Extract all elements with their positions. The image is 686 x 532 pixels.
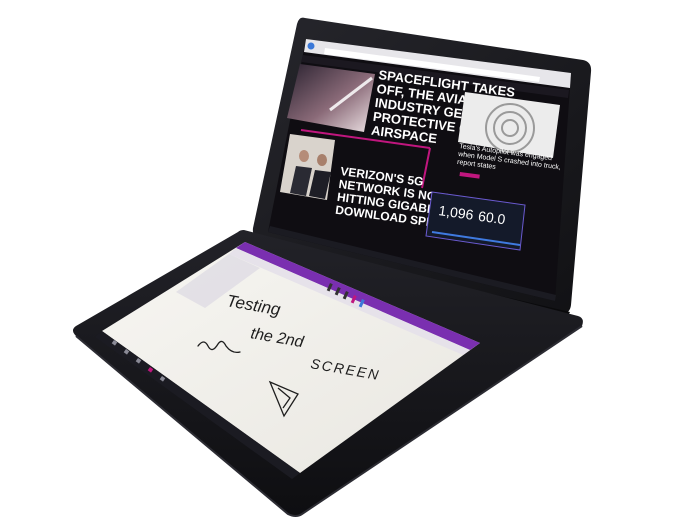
foldable-laptop-photo: SPACEFLIGHT TAKES OFF, THE AVIATION INDU… bbox=[0, 0, 686, 527]
browser-icon bbox=[307, 42, 315, 50]
laptop-illustration: SPACEFLIGHT TAKES OFF, THE AVIATION INDU… bbox=[73, 17, 592, 517]
